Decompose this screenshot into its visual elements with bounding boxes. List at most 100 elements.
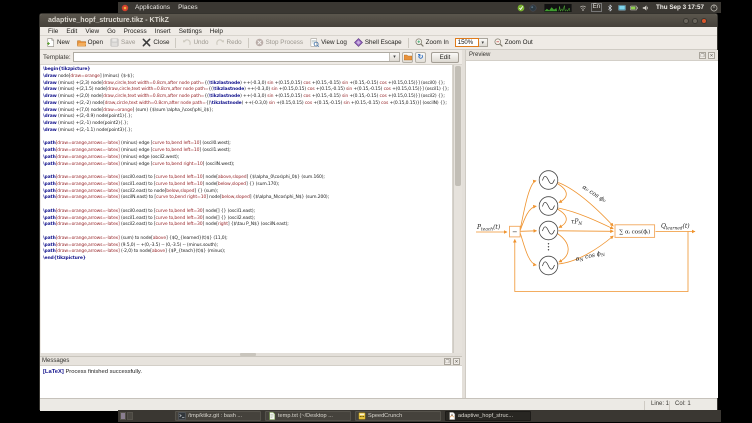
workspace-switcher[interactable] [120,412,133,420]
preview-title: Preview [469,52,490,58]
alphaN-edge-label: αN cos ϕN [575,249,606,264]
zoom-in-icon [415,34,424,52]
taskbar-window-button[interactable]: adaptive_hopf_struc... [445,411,531,421]
toolbar: NewOpenSaveCloseUndoRedoStop ProcessView… [40,36,717,50]
stop-icon [255,34,264,52]
volume-icon[interactable] [642,4,650,12]
applications-menu[interactable]: Applications [133,2,172,13]
redo-icon [216,34,225,52]
code-line: \path[draw=orange,arrows=-latex] (oscilN… [43,195,452,202]
code-line [43,168,452,175]
zoom-level-combobox[interactable]: 150%▾ [455,38,488,47]
preview-panel: Preview ❐ ✕ [465,50,718,398]
float-panel-icon[interactable]: ❐ [444,358,451,365]
code-line [43,229,452,236]
code-line: \path[draw=orange,arrows=-latex] (minus)… [43,155,452,162]
latex-status-text: Process finished successfully. [64,369,142,375]
code-line: \path[draw=orange,arrows=-latex] (oscil0… [43,175,452,182]
chevron-down-icon[interactable]: ▾ [479,38,488,47]
taskbar-window-button[interactable]: /tmp/ktikz.git : bash ... [175,411,261,421]
code-line: \draw node[draw=orange] (minus) {$-$}; [43,74,452,81]
code-line: \end{tikzpicture} [43,256,452,263]
zoom-out-icon [494,34,503,52]
dark-sphere-icon[interactable] [529,4,537,12]
template-row: Template: ▾ ↻ Edit [40,50,462,65]
minus-node-label: − [512,228,517,236]
ktikz-window: adaptive_hopf_structure.tikz - KTikZ Fil… [39,13,718,410]
float-panel-icon[interactable]: ❐ [699,52,706,59]
chevron-down-icon[interactable]: ▾ [389,53,399,61]
editor-scrollbar[interactable] [453,65,462,353]
code-line: \path[draw=orange,arrows=-latex] (-2,0) … [43,249,452,256]
preview-header: Preview ❐ ✕ [466,50,718,61]
template-open-folder-button[interactable] [402,52,413,63]
taskbar-window-button[interactable]: temp.txt (~/Desktop ... [265,411,351,421]
terminal-icon [178,412,186,420]
wifi-icon[interactable] [579,4,587,12]
bottom-taskbar: /tmp/ktikz.git : bash ... temp.txt (~/Des… [118,410,721,422]
window-title: adaptive_hopf_structure.tikz - KTikZ [48,17,169,24]
toolbar-separator [248,38,249,48]
folder-icon [404,53,412,61]
close-panel-icon[interactable]: ✕ [708,52,715,59]
code-line: \path[draw=orange,arrows=-latex] (minus)… [43,141,452,148]
check-badge-icon[interactable] [517,4,525,12]
code-line: \path[draw=orange,arrows=-latex] (oscil0… [43,209,452,216]
view-log-icon [310,34,319,52]
scrollbar-thumb[interactable] [455,66,461,186]
zoom-level-value[interactable]: 150% [455,38,479,47]
code-line: \draw (minus) +(2,-0.9) node(point1){.}; [43,114,452,121]
code-line [43,202,452,209]
toolbar-separator [408,38,409,48]
undo-icon [182,34,191,52]
tau-pn-label: τPN [571,219,582,228]
minimize-button[interactable] [683,18,689,24]
title-bar[interactable]: adaptive_hopf_structure.tikz - KTikZ [40,14,717,27]
vdots [548,243,549,250]
template-reload-button[interactable]: ↻ [415,52,426,63]
taskbar-window-button[interactable]: SpeedCrunch [355,411,441,421]
messages-output: [LaTeX] Process finished successfully. [40,366,462,398]
toolbar-separator [175,38,176,48]
close-panel-icon[interactable]: ✕ [453,358,460,365]
messages-title: Messages [42,358,69,364]
display-icon[interactable] [618,4,626,12]
p-teach-label: Pteach(t) [476,224,501,233]
code-line: \draw (minus) +(2,1.5) node[draw,circle,… [43,87,452,94]
close-doc-icon [142,34,151,52]
code-line: \draw (minus) +(2,-2) node[draw,circle,t… [43,101,452,108]
keyboard-layout-icon[interactable]: En [591,3,602,12]
status-col: Col: 1 [675,401,691,407]
template-value [74,53,76,61]
code-line: \path[draw=orange,arrows=-latex] (oscil1… [43,182,452,189]
save-icon [110,34,119,52]
status-line: Line: 1 [651,401,669,407]
close-button[interactable] [701,18,707,24]
distro-logo-icon[interactable] [121,2,129,13]
code-line: \begin{tikzpicture} [43,67,452,74]
code-line: \draw (minus) +(2,0) node[draw,circle,te… [43,94,452,101]
template-combobox[interactable]: ▾ [73,52,400,62]
oscillator-nodes [539,171,558,275]
code-line: \path[draw=orange,arrows=-latex] (minus)… [43,148,452,155]
panel-clock[interactable]: Thu Sep 3 17:57 [654,4,706,11]
bluetooth-icon[interactable] [606,4,614,12]
refresh-icon: ↻ [418,54,424,61]
desktop: Applications Places En Thu Sep 3 17:57 a… [0,0,752,423]
maximize-button[interactable] [692,18,698,24]
template-edit-button[interactable]: Edit [431,52,459,63]
code-line: \path[draw=orange,arrows=-latex] (minus)… [43,162,452,169]
alpha0-edge-label: α₀ cos ϕ₀ [581,184,608,205]
places-menu[interactable]: Places [176,2,200,13]
tikz-preview-diagram: − ∑ αᵢ cos(ϕᵢ) [466,61,717,397]
shell-escape-icon [354,34,363,52]
code-editor[interactable]: \begin{tikzpicture}\draw node[draw=orang… [41,65,453,353]
template-label: Template: [43,54,71,61]
tikz-document-icon [448,412,456,420]
battery-icon[interactable] [630,4,638,12]
code-line: \draw (minus) +(2,-1.1) node(point3){.}; [43,128,452,135]
new-icon [46,34,55,52]
system-monitor-icon[interactable] [541,4,575,12]
gnome-top-panel: Applications Places En Thu Sep 3 17:57 [118,2,721,13]
power-icon[interactable] [710,2,718,13]
